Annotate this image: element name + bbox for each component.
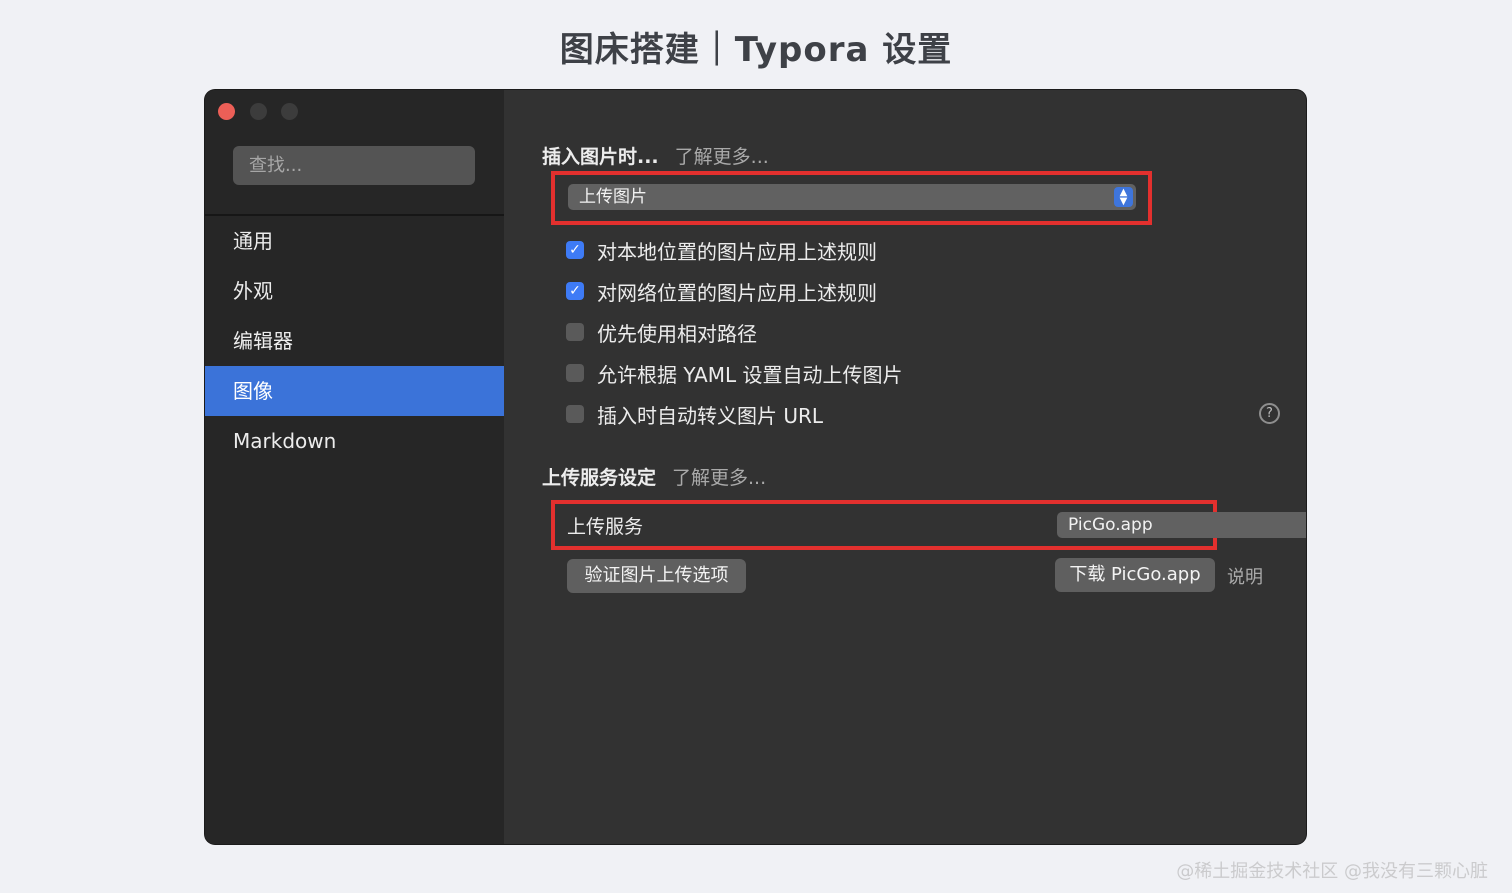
- checkmark-icon: ✓: [569, 242, 581, 258]
- sidebar-item-general[interactable]: 通用: [205, 216, 504, 266]
- option-row-escape-url: 插入时自动转义图片 URL: [566, 400, 823, 428]
- upload-service-label: 上传服务: [567, 516, 644, 538]
- upload-learn-more-link[interactable]: 了解更多...: [672, 467, 766, 489]
- upload-section-header: 上传服务设定 了解更多...: [542, 463, 766, 490]
- upload-section-title: 上传服务设定: [542, 467, 657, 489]
- checkbox-yaml-upload[interactable]: [566, 364, 584, 382]
- sidebar-item-markdown[interactable]: Markdown: [205, 416, 504, 466]
- option-label-relative-path: 优先使用相对路径: [597, 321, 757, 346]
- download-picgo-button[interactable]: 下载 PicGo.app: [1055, 558, 1215, 592]
- minimize-window-button[interactable]: [250, 103, 267, 120]
- insert-learn-more-link[interactable]: 了解更多...: [675, 146, 769, 168]
- option-row-yaml-upload: 允许根据 YAML 设置自动上传图片: [566, 359, 902, 387]
- page-title: 图床搭建｜Typora 设置: [559, 30, 953, 70]
- checkbox-relative-path[interactable]: [566, 323, 584, 341]
- select-stepper-icon: ▲ ▼: [1114, 187, 1133, 207]
- close-window-button[interactable]: [218, 103, 235, 120]
- option-label-network: 对网络位置的图片应用上述规则: [597, 280, 877, 305]
- option-row-local: ✓ 对本地位置的图片应用上述规则: [566, 236, 877, 264]
- checkbox-escape-url[interactable]: [566, 405, 584, 423]
- checkbox-local-rules[interactable]: ✓: [566, 241, 584, 259]
- content-pane: 插入图片时... 了解更多... 上传图片 ▲ ▼ ✓ 对本地位置的图片应用上述规则…: [504, 90, 1306, 844]
- checkbox-network-rules[interactable]: ✓: [566, 282, 584, 300]
- watermark: @稀土掘金技术社区 @我没有三颗心脏: [1176, 861, 1488, 882]
- help-icon[interactable]: ?: [1259, 403, 1280, 424]
- insert-action-value: 上传图片: [579, 187, 647, 207]
- option-row-network: ✓ 对网络位置的图片应用上述规则: [566, 277, 877, 305]
- sidebar: 通用 外观 编辑器 图像 Markdown: [205, 90, 504, 844]
- option-label-local: 对本地位置的图片应用上述规则: [597, 239, 877, 264]
- zoom-window-button[interactable]: [281, 103, 298, 120]
- insert-section-title: 插入图片时...: [542, 146, 659, 168]
- sidebar-item-editor[interactable]: 编辑器: [205, 316, 504, 366]
- help-link[interactable]: 说明: [1227, 563, 1263, 589]
- sidebar-item-image[interactable]: 图像: [205, 366, 504, 416]
- insert-action-select[interactable]: 上传图片 ▲ ▼: [568, 184, 1136, 210]
- option-row-relative-path: 优先使用相对路径: [566, 318, 757, 346]
- sidebar-nav: 通用 外观 编辑器 图像 Markdown: [205, 216, 504, 466]
- option-label-escape-url: 插入时自动转义图片 URL: [597, 403, 824, 428]
- verify-upload-button[interactable]: 验证图片上传选项: [567, 559, 746, 593]
- preferences-window: 通用 外观 编辑器 图像 Markdown 插入图片时... 了解更多... 上传…: [205, 90, 1306, 844]
- option-label-yaml-upload: 允许根据 YAML 设置自动上传图片: [597, 362, 903, 387]
- insert-section-header: 插入图片时... 了解更多...: [542, 142, 769, 169]
- upload-service-value: PicGo.app: [1068, 515, 1153, 535]
- checkmark-icon: ✓: [569, 283, 581, 299]
- search-input[interactable]: [233, 146, 475, 185]
- upload-service-select[interactable]: PicGo.app ▲▼: [1057, 512, 1306, 538]
- sidebar-item-appearance[interactable]: 外观: [205, 266, 504, 316]
